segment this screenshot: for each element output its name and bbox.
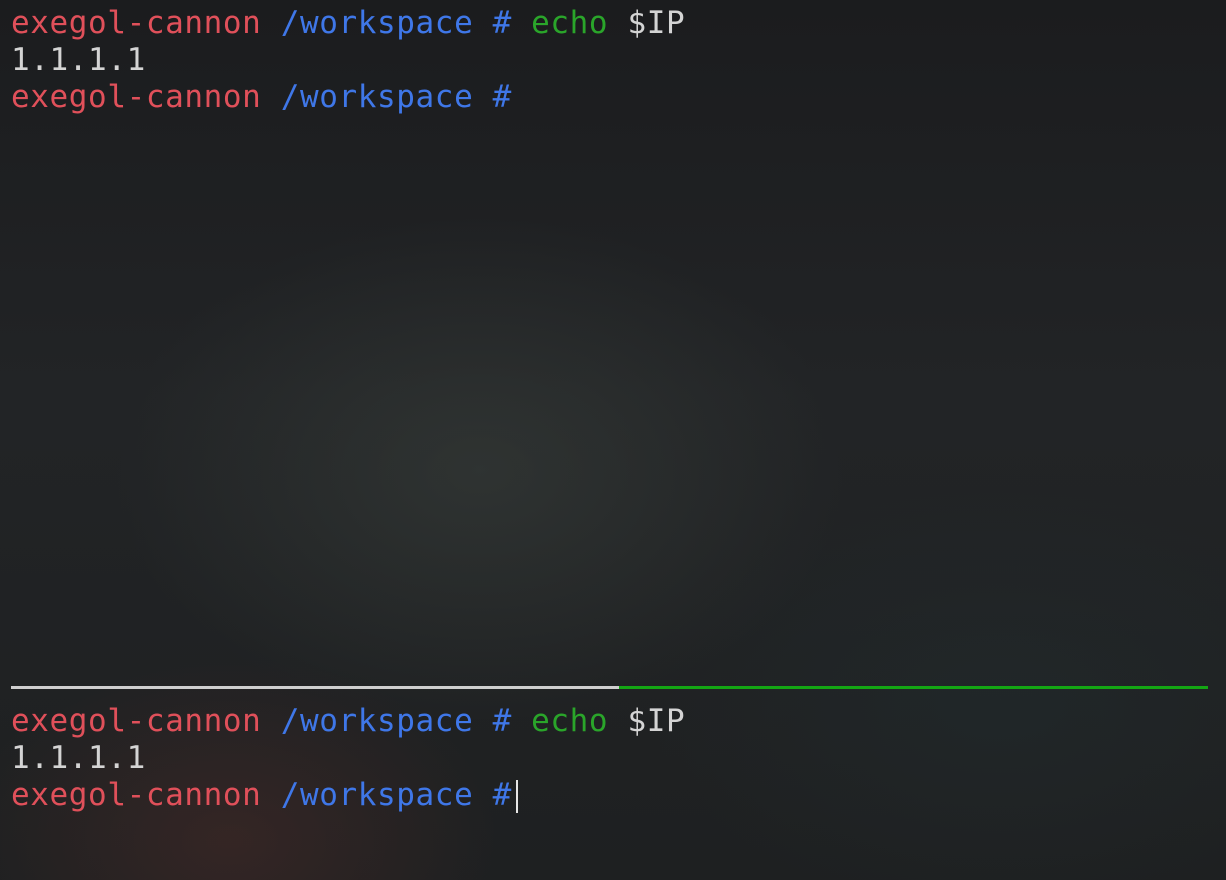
prompt-symbol: # [492, 703, 512, 739]
prompt-path: /workspace [280, 777, 474, 813]
terminal-pane-top[interactable]: exegol-cannon /workspace # echo $IP 1.1.… [11, 0, 1208, 680]
pane-divider-active [619, 686, 1208, 689]
prompt-line: exegol-cannon /workspace # [11, 777, 1208, 814]
command-output: 1.1.1.1 [11, 42, 146, 78]
prompt-host: exegol-cannon [11, 703, 262, 739]
prompt-host: exegol-cannon [11, 5, 262, 41]
command-name: echo [531, 703, 609, 739]
pane-divider[interactable] [11, 686, 1208, 689]
prompt-symbol: # [492, 79, 512, 115]
prompt-path: /workspace [280, 703, 474, 739]
prompt-line: exegol-cannon /workspace # [11, 79, 1208, 116]
prompt-line: exegol-cannon /workspace # echo $IP [11, 5, 1208, 42]
command-argument: $IP [627, 5, 686, 41]
prompt-line: exegol-cannon /workspace # echo $IP [11, 703, 1208, 740]
pane-divider-inactive [11, 686, 619, 689]
command-argument: $IP [627, 703, 686, 739]
prompt-path: /workspace [280, 5, 474, 41]
command-name: echo [531, 5, 609, 41]
command-output: 1.1.1.1 [11, 740, 146, 776]
prompt-host: exegol-cannon [11, 79, 262, 115]
prompt-symbol: # [492, 5, 512, 41]
text-cursor[interactable] [515, 780, 518, 813]
prompt-host: exegol-cannon [11, 777, 262, 813]
prompt-path: /workspace [280, 79, 474, 115]
terminal-pane-bottom[interactable]: exegol-cannon /workspace # echo $IP 1.1.… [11, 703, 1208, 880]
prompt-symbol: # [492, 777, 512, 813]
